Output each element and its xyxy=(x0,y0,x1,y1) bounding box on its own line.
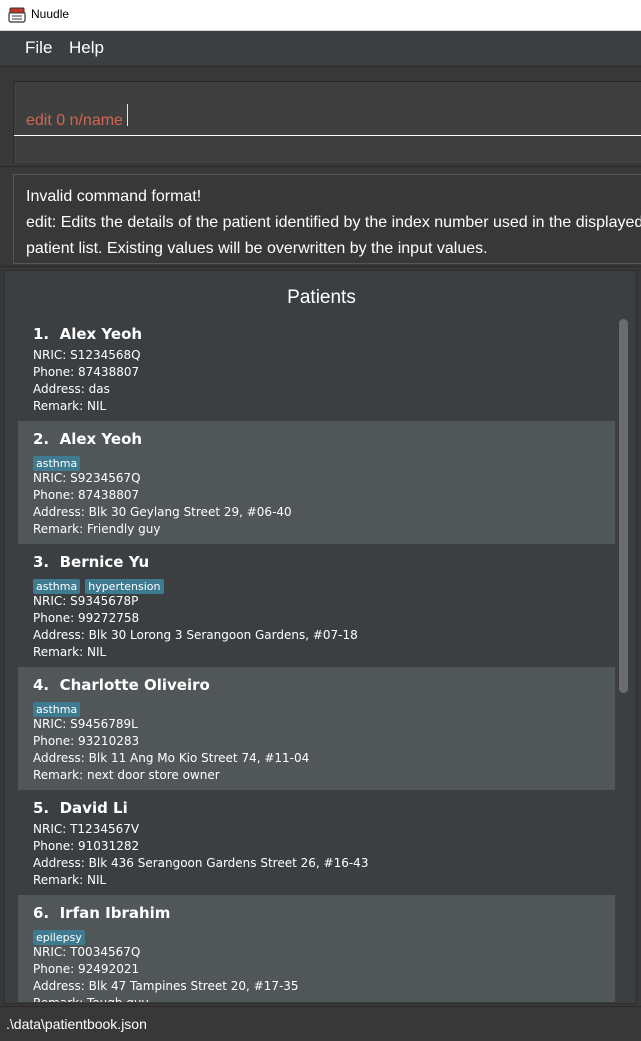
patient-name: 2. Alex Yeoh xyxy=(33,429,600,449)
patient-name-text: Alex Yeoh xyxy=(59,430,143,448)
patient-card[interactable]: 6. Irfan Ibrahim epilepsy NRIC: T0034567Q P… xyxy=(18,895,615,1002)
patient-name-text: Irfan Ibrahim xyxy=(59,904,171,922)
patient-remark: Remark: Tough guy xyxy=(33,995,600,1002)
result-line: edit: Edits the details of the patient i… xyxy=(26,214,641,231)
tag-list: asthma xyxy=(33,452,600,471)
patient-card[interactable]: 5. David Li NRIC: T1234567V Phone: 9103128… xyxy=(18,790,615,895)
menu-bar: File Help xyxy=(0,31,641,66)
patient-list-frame: Patients 1. Alex Yeoh NRIC: S1234568Q Phon… xyxy=(4,270,637,1004)
patient-nric: NRIC: S1234568Q xyxy=(33,348,141,362)
command-input[interactable] xyxy=(14,106,641,136)
patient-index: 5. xyxy=(33,799,50,817)
patient-remark: Remark: NIL xyxy=(33,645,107,659)
command-panel xyxy=(0,66,641,166)
patient-address: Address: Blk 47 Tampines Street 20, #17-… xyxy=(33,979,299,993)
patient-index: 4. xyxy=(33,676,50,694)
patient-phone: Phone: 87438807 xyxy=(33,365,140,379)
patient-remark: Remark: next door store owner xyxy=(33,768,220,782)
patient-nric: NRIC: T0034567Q xyxy=(33,945,141,959)
data-file-path: .\data\patientbook.json xyxy=(6,1016,147,1032)
patient-remark: Remark: Friendly guy xyxy=(33,522,161,536)
patient-nric: NRIC: S9234567Q xyxy=(33,471,141,485)
patient-name-text: Charlotte Oliveiro xyxy=(59,676,210,694)
patient-card[interactable]: 2. Alex Yeoh asthma NRIC: S9234567Q Phone: … xyxy=(18,421,615,544)
patient-list-panel: Patients 1. Alex Yeoh NRIC: S1234568Q Phon… xyxy=(0,266,641,1006)
menu-file[interactable]: File xyxy=(25,38,52,58)
patient-nric: NRIC: S9345678P xyxy=(33,594,139,608)
patient-name: 5. David Li xyxy=(33,798,600,818)
patient-phone: Phone: 93210283 xyxy=(33,734,140,748)
patient-name-text: Bernice Yu xyxy=(59,553,150,571)
window-title: Nuudle xyxy=(31,7,70,21)
title-bar: Nuudle xyxy=(0,0,641,31)
patient-address: Address: Blk 436 Serangoon Gardens Stree… xyxy=(33,856,369,870)
result-line: patient list. Existing values will be ov… xyxy=(26,240,488,257)
result-line: Invalid command format! xyxy=(26,188,202,205)
tag-badge: epilepsy xyxy=(33,930,85,945)
patient-card[interactable]: 3. Bernice Yu asthma hypertension NRIC: S93… xyxy=(18,544,615,667)
scrollbar[interactable] xyxy=(617,319,631,1001)
patient-name: 4. Charlotte Oliveiro xyxy=(33,675,600,695)
patient-phone: Phone: 92492021 xyxy=(33,962,140,976)
patient-phone: Phone: 99272758 xyxy=(33,611,140,625)
patient-remark: Remark: NIL xyxy=(33,873,107,887)
tag-badge: hypertension xyxy=(85,579,164,594)
patient-address: Address: das xyxy=(33,382,110,396)
patient-address: Address: Blk 11 Ang Mo Kio Street 74, #1… xyxy=(33,751,310,765)
patient-list[interactable]: 1. Alex Yeoh NRIC: S1234568Q Phone: 874388… xyxy=(18,316,615,1002)
patient-name: 3. Bernice Yu xyxy=(33,552,600,572)
patient-index: 6. xyxy=(33,904,50,922)
patient-nric: NRIC: T1234567V xyxy=(33,822,140,836)
patient-card[interactable]: 1. Alex Yeoh NRIC: S1234568Q Phone: 874388… xyxy=(18,316,615,421)
patient-name: 6. Irfan Ibrahim xyxy=(33,903,600,923)
tag-list: asthma xyxy=(33,698,600,717)
patient-index: 1. xyxy=(33,325,50,343)
patient-index: 3. xyxy=(33,553,50,571)
command-box xyxy=(13,81,641,163)
patient-name-text: Alex Yeoh xyxy=(59,325,143,343)
tag-badge: asthma xyxy=(33,456,81,471)
status-bar: .\data\patientbook.json xyxy=(0,1006,641,1041)
scrollbar-thumb[interactable] xyxy=(619,319,628,693)
patient-card[interactable]: 4. Charlotte Oliveiro asthma NRIC: S945678… xyxy=(18,667,615,790)
patient-list-title: Patients xyxy=(287,287,356,308)
patient-phone: Phone: 87438807 xyxy=(33,488,140,502)
patient-phone: Phone: 91031282 xyxy=(33,839,140,853)
patient-remark: Remark: NIL xyxy=(33,399,107,413)
patient-nric: NRIC: S9456789L xyxy=(33,717,138,731)
tag-list: epilepsy xyxy=(33,926,600,945)
text-caret xyxy=(127,104,128,126)
patient-address: Address: Blk 30 Lorong 3 Serangoon Garde… xyxy=(33,628,358,642)
menu-help[interactable]: Help xyxy=(69,38,104,58)
patient-index: 2. xyxy=(33,430,50,448)
app-icon xyxy=(8,7,26,23)
tag-badge: asthma xyxy=(33,702,81,717)
result-display[interactable]: Invalid command format! edit: Edits the … xyxy=(13,174,641,264)
patient-name-text: David Li xyxy=(59,799,128,817)
patient-address: Address: Blk 30 Geylang Street 29, #06-4… xyxy=(33,505,292,519)
tag-badge: asthma xyxy=(33,579,81,594)
result-panel: Invalid command format! edit: Edits the … xyxy=(0,166,641,266)
patient-name: 1. Alex Yeoh xyxy=(33,324,600,344)
tag-list: asthma hypertension xyxy=(33,575,600,594)
